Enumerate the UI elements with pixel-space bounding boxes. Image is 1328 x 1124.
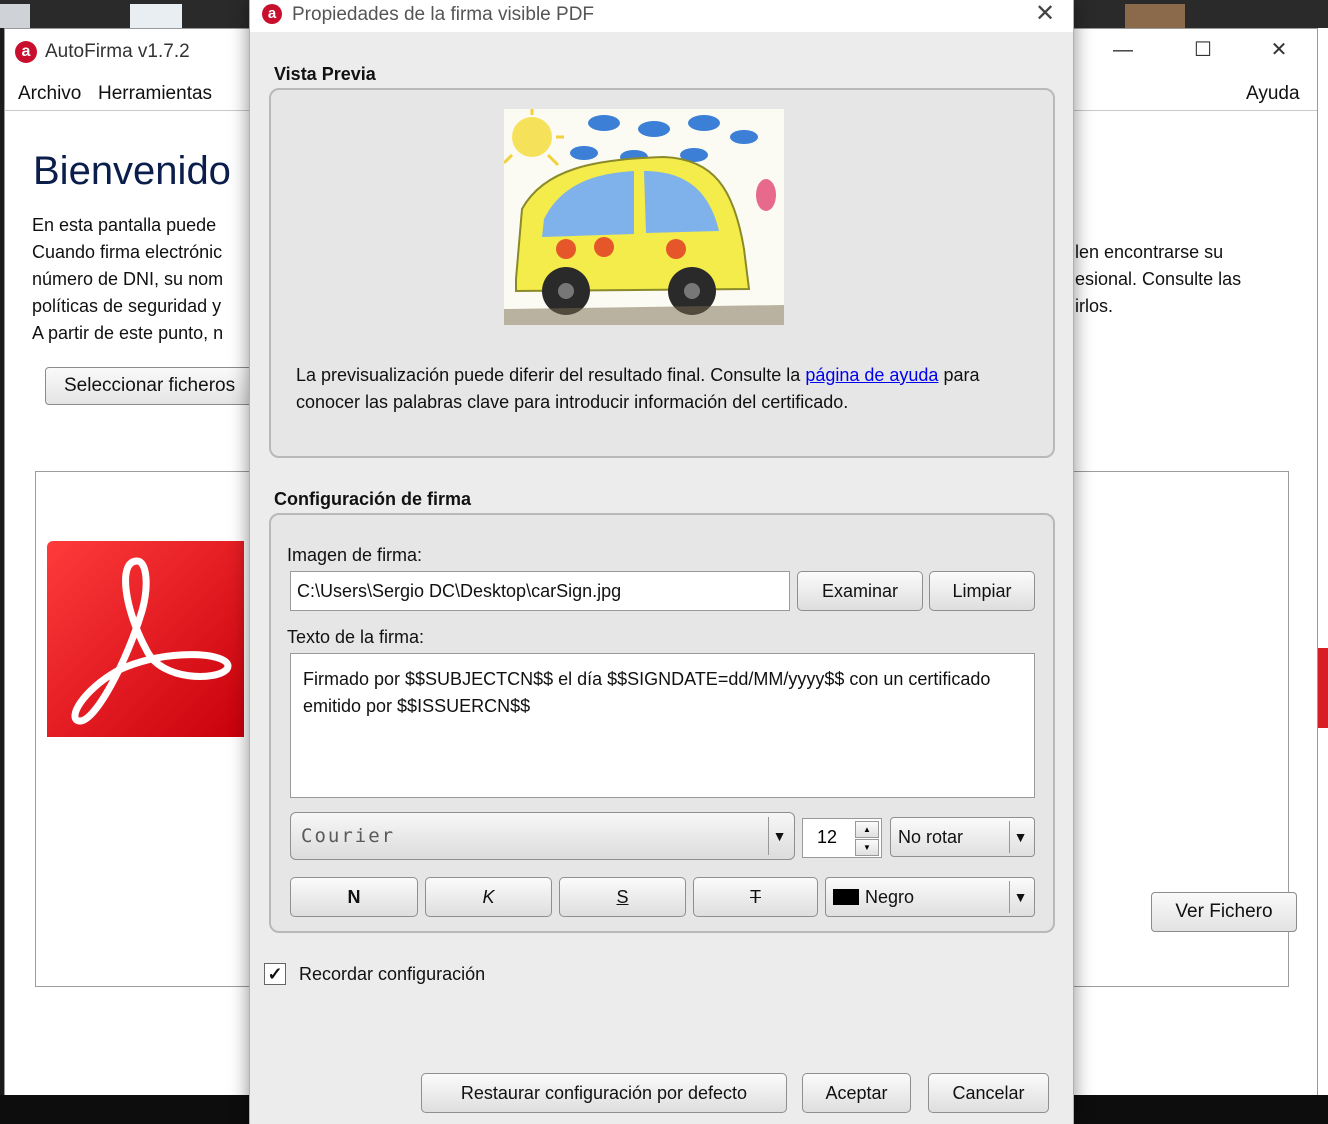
desktop-thumbnail [0, 4, 30, 28]
maximize-button[interactable]: ☐ [1181, 35, 1225, 65]
dialog-title: Propiedades de la firma visible PDF [292, 4, 595, 25]
clear-button[interactable]: Limpiar [929, 571, 1035, 611]
config-section-title: Configuración de firma [274, 489, 472, 509]
font-size-value: 12 [817, 827, 838, 847]
image-label: Imagen de firma: [287, 545, 423, 565]
pdf-visible-signature-dialog: a Propiedades de la firma visible PDF ✕ … [249, 0, 1074, 1124]
spinner-up-icon[interactable]: ▲ [855, 821, 879, 838]
preview-text-before: La previsualización puede diferir del re… [296, 365, 806, 385]
rotation-select[interactable]: No rotar ▼ [890, 817, 1035, 857]
desktop-thumbnail [130, 4, 182, 28]
intro-text-line-right: irlos. [1075, 296, 1114, 316]
menu-herramientas[interactable]: Herramientas [98, 83, 212, 105]
font-size-spinner[interactable]: 12 ▲ ▼ [802, 818, 882, 858]
signature-preview-image [504, 109, 784, 325]
menu-archivo[interactable]: Archivo [18, 83, 81, 105]
menu-ayuda[interactable]: Ayuda [1246, 83, 1300, 105]
pdf-file-icon [47, 541, 244, 737]
intro-text-line: políticas de seguridad y [32, 296, 222, 316]
rotation-value: No rotar [898, 827, 964, 847]
config-group: Imagen de firma: C:\Users\Sergio DC\Desk… [269, 513, 1055, 933]
autofirma-logo-icon: a [15, 41, 37, 63]
spinner-down-icon[interactable]: ▼ [855, 839, 879, 856]
intro-text-line: En esta pantalla puede [32, 215, 217, 235]
chevron-down-icon[interactable]: ▼ [1009, 881, 1031, 913]
signature-text-area[interactable]: Firmado por $$SUBJECTCN$$ el día $$SIGND… [290, 653, 1035, 798]
color-swatch [833, 889, 859, 905]
background-red-block [1318, 648, 1328, 728]
dialog-titlebar: a Propiedades de la firma visible PDF ✕ [250, 0, 1073, 32]
browse-button[interactable]: Examinar [797, 571, 923, 611]
remember-config-checkbox[interactable]: ✓ [264, 963, 286, 985]
image-path-input[interactable]: C:\Users\Sergio DC\Desktop\carSign.jpg [290, 571, 790, 611]
strikethrough-button[interactable]: T [693, 877, 818, 917]
text-label: Texto de la firma: [287, 627, 425, 647]
intro-text-line-right: len encontrarse su [1075, 242, 1224, 262]
welcome-heading: Bienvenido [33, 149, 231, 193]
restore-defaults-button[interactable]: Restaurar configuración por defecto [421, 1073, 787, 1113]
preview-section-title: Vista Previa [274, 64, 376, 84]
bold-button[interactable]: N [290, 877, 418, 917]
select-files-button[interactable]: Seleccionar ficheros [45, 367, 255, 405]
underline-button[interactable]: S [559, 877, 686, 917]
chevron-down-icon[interactable]: ▼ [768, 817, 790, 855]
remember-config-label: Recordar configuración [299, 964, 486, 984]
preview-disclaimer-text: La previsualización puede diferir del re… [296, 362, 996, 416]
autofirma-logo-icon: a [262, 4, 282, 24]
intro-text-line: número de DNI, su nom [32, 269, 224, 289]
chevron-down-icon[interactable]: ▼ [1009, 821, 1031, 853]
minimize-button[interactable]: — [1101, 35, 1145, 65]
color-value: Negro [865, 887, 915, 907]
view-file-button[interactable]: Ver Fichero [1151, 892, 1297, 932]
font-value: Courier [301, 825, 396, 847]
color-select[interactable]: Negro ▼ [825, 877, 1035, 917]
intro-text-line: Cuando firma electrónic [32, 242, 223, 262]
font-select[interactable]: Courier ▼ [290, 812, 795, 860]
desktop-thumbnail [1125, 4, 1185, 28]
main-window-title: AutoFirma v1.7.2 [45, 41, 190, 62]
cancel-button[interactable]: Cancelar [928, 1073, 1049, 1113]
italic-button[interactable]: K [425, 877, 552, 917]
help-page-link[interactable]: página de ayuda [805, 365, 938, 385]
close-button[interactable]: ✕ [1257, 35, 1301, 65]
dialog-close-button[interactable]: ✕ [1030, 0, 1060, 30]
intro-text-line: A partir de este punto, n [32, 323, 224, 343]
preview-group: La previsualización puede diferir del re… [269, 88, 1055, 458]
intro-text-line-right: esional. Consulte las [1075, 269, 1242, 289]
background-window-edge [1318, 28, 1328, 1095]
accept-button[interactable]: Aceptar [802, 1073, 911, 1113]
